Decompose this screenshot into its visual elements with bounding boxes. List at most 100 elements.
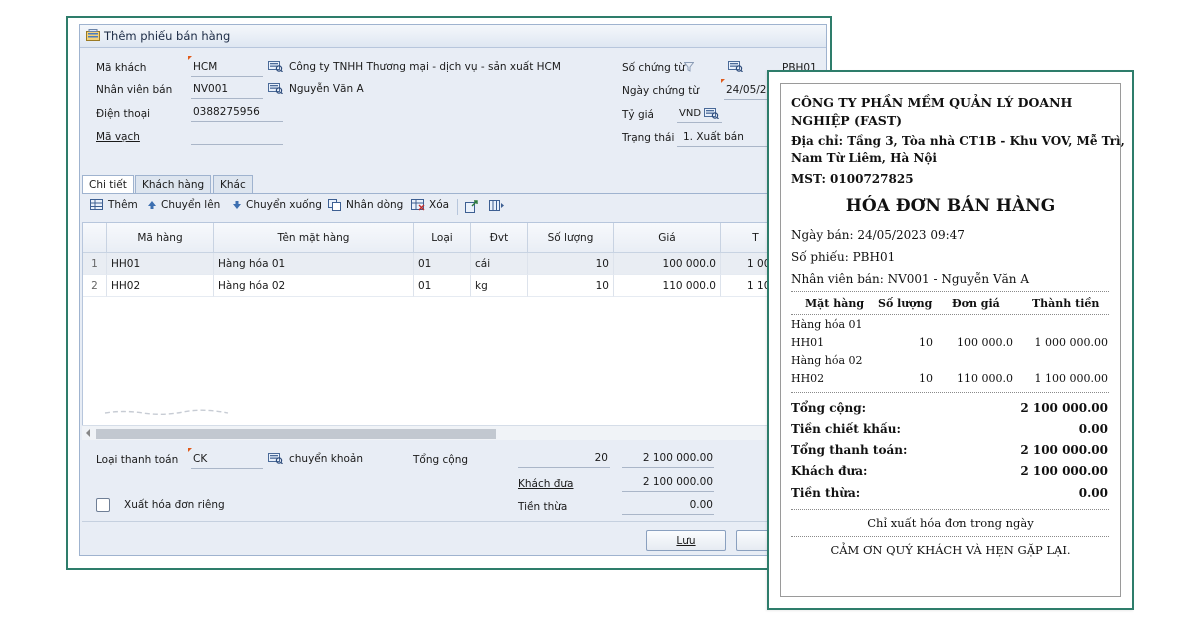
receipt-salesperson: Nhân viên bán: NV001 - Nguyễn Văn A: [791, 272, 1030, 286]
payment-lookup-icon[interactable]: [268, 453, 283, 464]
export-icon[interactable]: [465, 200, 479, 213]
barcode-label: Mã vạch: [96, 131, 140, 143]
receipt-change-value: 0.00: [1078, 486, 1108, 500]
grid-header-ten-mat-hang[interactable]: Tên mặt hàng: [214, 223, 414, 253]
tab-khac[interactable]: Khác: [213, 175, 253, 193]
status-label: Trạng thái: [622, 132, 675, 144]
currency-lookup-icon[interactable]: [704, 108, 719, 119]
receipt-col-item: Mặt hàng: [805, 297, 865, 310]
table-cell-dvt[interactable]: cái: [471, 253, 528, 275]
scrollbar-thumb[interactable]: [96, 429, 496, 439]
toolbar-separator: [457, 199, 458, 215]
grid-header-so-luong[interactable]: Số lượng: [528, 223, 614, 253]
status-underline: [677, 146, 771, 147]
duplicate-row-label: Nhân dòng: [346, 199, 404, 211]
grid-header-loai[interactable]: Loại: [414, 223, 471, 253]
detail-toolbar: Thêm Chuyển lên Chuyển xuống Nhân dòng X…: [82, 195, 826, 219]
receipt-paid-value: 2 100 000.00: [1020, 464, 1108, 478]
exchange-rate-label: Tỷ giá: [622, 109, 654, 121]
table-cell-loai[interactable]: 01: [414, 275, 471, 297]
phone-input[interactable]: 0388275956: [193, 106, 260, 118]
table-cell-loai[interactable]: 01: [414, 253, 471, 275]
salesperson-underline: [191, 98, 263, 99]
salesperson-lookup-icon[interactable]: [268, 83, 283, 94]
grid-header-dvt[interactable]: Đvt: [471, 223, 528, 253]
receipt-separator: [791, 291, 1109, 292]
receipt-separator: [791, 392, 1109, 393]
move-down-label: Chuyển xuống: [246, 199, 322, 211]
receipt-voucher-no: Số phiếu: PBH01: [791, 250, 896, 264]
duplicate-row-button[interactable]: Nhân dòng: [328, 199, 403, 211]
receipt-paid-label: Khách đưa:: [791, 464, 868, 478]
table-cell-ma-hang[interactable]: HH01: [107, 253, 214, 275]
grid-header-gia[interactable]: Giá: [614, 223, 721, 253]
receipt-item-price: 110 000.0: [957, 372, 1013, 385]
row-number: 1: [83, 253, 107, 275]
required-marker: [188, 448, 192, 452]
table-cell-gia[interactable]: 110 000.0: [614, 275, 721, 297]
receipt-item-amount: 1 000 000.00: [1034, 336, 1108, 349]
change-underline: [622, 514, 714, 515]
delete-row-label: Xóa: [429, 199, 450, 211]
table-cell-ten-mat-hang[interactable]: Hàng hóa 02: [214, 275, 414, 297]
grid-header-ma-hang[interactable]: Mã hàng: [107, 223, 214, 253]
receipt-total-value: 2 100 000.00: [1020, 401, 1108, 415]
receipt-thanks: CẢM ƠN QUÝ KHÁCH VÀ HẸN GẶP LẠI.: [830, 543, 1071, 557]
voucher-date-label: Ngày chứng từ: [622, 85, 700, 97]
table-cell-so-luong[interactable]: 10: [528, 253, 614, 275]
salesperson-name: Nguyễn Văn A: [289, 83, 364, 95]
receipt-separator: [791, 509, 1109, 510]
customer-paid-input[interactable]: 2 100 000.00: [622, 476, 713, 488]
receipt-title: HÓA ĐƠN BÁN HÀNG: [845, 196, 1056, 216]
receipt-paper: CÔNG TY PHẦN MỀM QUẢN LÝ DOANH NGHIỆP (F…: [780, 83, 1125, 597]
table-cell-so-luong[interactable]: 10: [528, 275, 614, 297]
customer-lookup-icon[interactable]: [268, 61, 283, 72]
save-button[interactable]: Lưu: [646, 530, 726, 551]
grid-add-icon: [90, 199, 103, 210]
filter-icon[interactable]: [684, 62, 694, 72]
receipt-item-name: Hàng hóa 02: [791, 354, 863, 367]
currency-input[interactable]: VND: [679, 108, 701, 119]
table-cell-gia[interactable]: 100 000.0: [614, 253, 721, 275]
receipt-preview: CÔNG TY PHẦN MỀM QUẢN LÝ DOANH NGHIỆP (F…: [767, 70, 1134, 610]
window-title: Thêm phiếu bán hàng: [104, 29, 231, 43]
voucher-number-label: Số chứng từ: [622, 62, 685, 74]
separate-invoice-label: Xuất hóa đơn riêng: [124, 499, 225, 511]
voucher-lookup-icon[interactable]: [728, 61, 743, 72]
voucher-date-input[interactable]: 24/05/2: [726, 84, 766, 96]
separate-invoice-checkbox[interactable]: [96, 498, 110, 512]
grid-header-rownum: [83, 223, 107, 253]
barcode-input[interactable]: [191, 144, 283, 145]
arrow-up-icon: [148, 201, 156, 209]
payment-type-input[interactable]: CK: [193, 453, 207, 465]
receipt-item-code: HH01: [791, 336, 825, 349]
columns-icon[interactable]: [489, 200, 505, 212]
total-quantity: 20: [594, 452, 608, 464]
customer-code-input[interactable]: HCM: [193, 61, 217, 73]
customer-paid-underline: [622, 491, 714, 492]
table-cell-ma-hang[interactable]: HH02: [107, 275, 214, 297]
title-bar: Thêm phiếu bán hàng: [80, 25, 826, 48]
required-marker: [721, 79, 725, 83]
receipt-discount-label: Tiền chiết khấu:: [791, 422, 901, 436]
total-amount-underline: [622, 467, 714, 468]
table-cell-dvt[interactable]: kg: [471, 275, 528, 297]
move-down-button[interactable]: Chuyển xuống: [232, 199, 322, 211]
salesperson-input[interactable]: NV001: [193, 83, 228, 95]
table-cell-ten-mat-hang[interactable]: Hàng hóa 01: [214, 253, 414, 275]
add-row-button[interactable]: Thêm: [90, 199, 138, 211]
row-number: 2: [83, 275, 107, 297]
move-up-button[interactable]: Chuyển lên: [147, 199, 220, 211]
total-quantity-underline: [518, 467, 610, 468]
delete-row-button[interactable]: Xóa: [411, 199, 449, 211]
receipt-grand-total-label: Tổng thanh toán:: [791, 443, 908, 457]
payment-type-name: chuyển khoản: [289, 453, 363, 465]
horizontal-scrollbar[interactable]: [82, 425, 782, 440]
receipt-sale-date: Ngày bán: 24/05/2023 09:47: [791, 228, 965, 242]
status-select[interactable]: 1. Xuất bán: [683, 131, 744, 143]
receipt-address-2: Nam Từ Liêm, Hà Nội: [791, 151, 937, 165]
tab-chi-tiet[interactable]: Chi tiết: [82, 175, 134, 194]
tab-khach-hang[interactable]: Khách hàng: [135, 175, 212, 193]
payment-type-underline: [191, 468, 263, 469]
scroll-left-icon[interactable]: [85, 429, 91, 437]
